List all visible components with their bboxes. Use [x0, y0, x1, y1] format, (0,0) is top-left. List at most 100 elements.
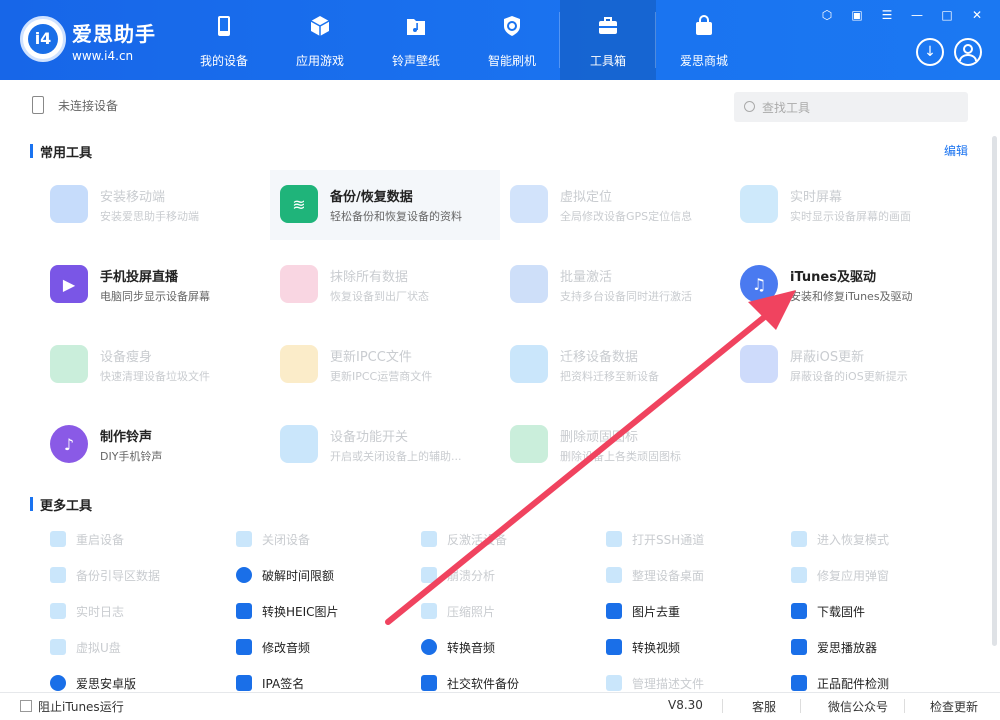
menu-icon[interactable]: ☰	[880, 8, 894, 22]
feedback-icon[interactable]: ▣	[850, 8, 864, 22]
tool-card[interactable]: 屏蔽iOS更新 屏蔽设备的iOS更新提示	[730, 330, 960, 400]
phone-icon	[218, 16, 230, 36]
social-backup-icon	[421, 675, 437, 691]
player-icon	[791, 639, 807, 655]
more-tool-label: 修改音频	[262, 641, 311, 655]
more-tool-item[interactable]: 社交软件备份	[421, 673, 596, 693]
more-tool-label: 转换HEIC图片	[262, 605, 339, 619]
more-tool-label: 实时日志	[76, 605, 125, 619]
tool-card[interactable]: 设备功能开关 开启或关闭设备上的辅助...	[270, 410, 500, 480]
nav-label: 铃声壁纸	[391, 54, 440, 68]
tool-card[interactable]: 抹除所有数据 恢复设备到出厂状态	[270, 250, 500, 320]
more-tool-label: 爱思安卓版	[76, 677, 137, 691]
skin-icon[interactable]: ⬡	[820, 8, 834, 22]
nav-toolbox[interactable]: 工具箱	[560, 0, 656, 80]
more-tool-item[interactable]: 关闭设备	[236, 529, 411, 549]
nav-ringtones-wallpapers[interactable]: 铃声壁纸	[368, 0, 464, 80]
more-tool-label: 打开SSH通道	[632, 533, 705, 547]
i4-app-icon	[50, 185, 88, 223]
more-tool-item[interactable]: 反激活设备	[421, 529, 596, 549]
fix-popup-icon	[791, 567, 807, 583]
tool-card[interactable]: 设备瘦身 快速清理设备垃圾文件	[40, 330, 270, 400]
tool-card[interactable]: 实时屏幕 实时显示设备屏幕的画面	[730, 170, 960, 240]
svg-text:▶: ▶	[63, 275, 76, 294]
more-tool-label: 转换视频	[632, 641, 681, 655]
usb-drive-icon	[50, 639, 66, 655]
edit-link[interactable]: 编辑	[944, 142, 968, 159]
delete-icon-icon	[510, 425, 548, 463]
block-itunes-checkbox[interactable]	[20, 700, 32, 712]
tool-card[interactable]: 更新IPCC文件 更新IPCC运营商文件	[270, 330, 500, 400]
tool-card[interactable]: 虚拟定位 全局修改设备GPS定位信息	[500, 170, 730, 240]
tool-title: 安装移动端	[100, 190, 166, 205]
video-convert-icon	[606, 639, 622, 655]
more-tool-item[interactable]: 重启设备	[50, 529, 225, 549]
nav-my-device[interactable]: 我的设备	[176, 0, 272, 80]
check-update-link[interactable]: 检查更新	[930, 698, 978, 715]
more-tool-item[interactable]: 实时日志	[50, 601, 225, 621]
nav-apps-games[interactable]: 应用游戏	[272, 0, 368, 80]
wechat-link[interactable]: 微信公众号	[828, 698, 888, 715]
nav-label: 工具箱	[589, 54, 626, 68]
tool-title: 迁移设备数据	[560, 350, 639, 365]
more-tool-item[interactable]: 整理设备桌面	[606, 565, 781, 585]
tool-subtitle: 把资料迁移至新设备	[560, 370, 659, 383]
more-tool-label: 关闭设备	[262, 533, 311, 547]
maximize-icon[interactable]: □	[940, 8, 954, 22]
tool-title: 虚拟定位	[560, 190, 613, 205]
tool-card[interactable]: 删除顽固图标 删除设备上各类顽固图标	[500, 410, 730, 480]
block-itunes-label[interactable]: 阻止iTunes运行	[38, 698, 124, 715]
i4-android-icon	[50, 675, 66, 691]
more-tool-item[interactable]: 爱思播放器	[791, 637, 966, 657]
close-icon[interactable]: ✕	[970, 8, 984, 22]
download-icon[interactable]: ↓	[916, 38, 944, 66]
tool-card[interactable]: 批量激活 支持多台设备同时进行激活	[500, 250, 730, 320]
tool-card[interactable]: ≋ 备份/恢复数据 轻松备份和恢复设备的资料	[270, 170, 500, 240]
more-tool-item[interactable]: 修改音频	[236, 637, 411, 657]
more-tool-item[interactable]: 修复应用弹窗	[791, 565, 966, 585]
more-tool-item[interactable]: IPA签名	[236, 673, 411, 693]
nav-label: 智能刷机	[487, 54, 536, 68]
tool-card[interactable]: 安装移动端 安装爱思助手移动端	[40, 170, 270, 240]
more-tool-item[interactable]: 崩溃分析	[421, 565, 596, 585]
itunes-icon: ♫	[740, 265, 778, 303]
more-tool-label: 反激活设备	[447, 533, 508, 547]
user-icon[interactable]	[954, 38, 982, 66]
tool-card[interactable]: 迁移设备数据把资料迁移至新设备	[500, 330, 730, 400]
recovery-icon	[791, 531, 807, 547]
minimize-icon[interactable]: —	[910, 8, 924, 22]
window-controls: ⬡ ▣ ☰ — □ ✕	[810, 8, 984, 22]
tool-subtitle: 安装和修复iTunes及驱动	[790, 290, 913, 303]
more-tool-item[interactable]: 压缩照片	[421, 601, 596, 621]
more-tool-item[interactable]: 进入恢复模式	[791, 529, 966, 549]
more-tool-item[interactable]: 正品配件检测	[791, 673, 966, 693]
more-tool-item[interactable]: 破解时间限额	[236, 565, 411, 585]
tool-card[interactable]: ♪ 制作铃声 DIY手机铃声	[40, 410, 270, 480]
scrollbar[interactable]	[992, 136, 997, 646]
more-tool-item[interactable]: 图片去重	[606, 601, 781, 621]
more-tool-item[interactable]: 打开SSH通道	[606, 529, 781, 549]
more-tool-label: 转换音频	[447, 641, 496, 655]
tool-card[interactable]: ▶ 手机投屏直播 电脑同步显示设备屏幕	[40, 250, 270, 320]
tool-title: 更新IPCC文件	[330, 350, 412, 365]
more-tool-item[interactable]: 转换视频	[606, 637, 781, 657]
more-tool-item[interactable]: 备份引导区数据	[50, 565, 225, 585]
user-avatar-glyph	[959, 44, 977, 62]
more-tool-item[interactable]: 转换音频	[421, 637, 596, 657]
broom-icon	[50, 345, 88, 383]
search-input[interactable]: 查找工具	[734, 92, 968, 122]
search-placeholder: 查找工具	[762, 101, 811, 115]
more-tool-item[interactable]: 虚拟U盘	[50, 637, 225, 657]
more-tool-item[interactable]: 管理描述文件	[606, 673, 781, 693]
more-tool-item[interactable]: 下载固件	[791, 601, 966, 621]
tool-card[interactable]: ♫ iTunes及驱动 安装和修复iTunes及驱动	[730, 250, 960, 320]
more-tool-label: IPA签名	[262, 677, 305, 691]
service-link[interactable]: 客服	[752, 698, 776, 715]
ringtone-icon: ♪	[50, 425, 88, 463]
more-tool-item[interactable]: 转换HEIC图片	[236, 601, 411, 621]
tool-title: 制作铃声	[100, 430, 153, 445]
nav-store[interactable]: 爱思商城	[656, 0, 752, 80]
deactivate-icon	[421, 531, 437, 547]
more-tool-item[interactable]: 爱思安卓版	[50, 673, 225, 693]
nav-smart-flash[interactable]: 智能刷机	[464, 0, 560, 80]
